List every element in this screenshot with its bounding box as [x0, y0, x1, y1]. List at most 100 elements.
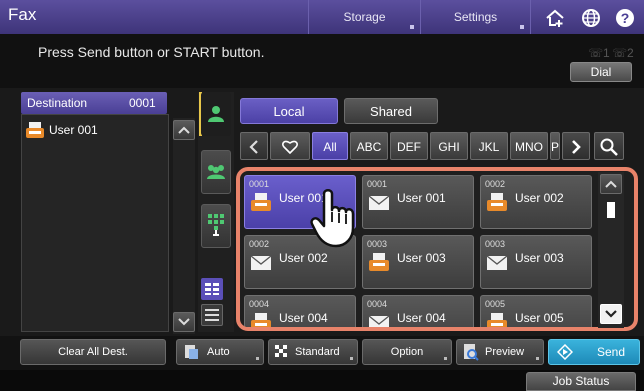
chevron-down-icon: [178, 318, 190, 326]
card-name: User 001: [397, 191, 446, 205]
tab-shared[interactable]: Shared: [344, 98, 438, 124]
destination-header: Destination 0001: [21, 92, 167, 114]
address-card[interactable]: 0003 User 003: [362, 235, 474, 289]
send-button[interactable]: Send: [548, 339, 640, 365]
index-next-button[interactable]: [562, 132, 590, 160]
grid-scroll-thumb[interactable]: [607, 202, 615, 218]
job-status-button[interactable]: Job Status: [526, 372, 636, 391]
index-pqrs[interactable]: P: [550, 132, 560, 160]
app-title: Fax: [8, 5, 37, 24]
preview-label: Preview: [485, 346, 525, 358]
index-abc[interactable]: ABC: [350, 132, 388, 160]
mail-icon: [486, 255, 508, 270]
address-card[interactable]: 0001 User 001: [362, 175, 474, 229]
address-card[interactable]: 0002 User 002: [480, 175, 592, 229]
tile-view-button[interactable]: [201, 278, 223, 300]
fax-icon: [487, 313, 507, 327]
globe-icon[interactable]: [580, 7, 602, 29]
tab-settings[interactable]: Settings: [420, 0, 530, 34]
status-message: Press Send button or START button.: [38, 44, 265, 60]
chevron-up-icon: [178, 126, 190, 134]
destination-item-label: User 001: [49, 123, 98, 137]
preview-button[interactable]: Preview: [456, 339, 544, 365]
quality-standard-label: Standard: [295, 346, 340, 358]
list-view-icon: [205, 309, 219, 321]
grid-view-icon: [205, 283, 219, 295]
card-name: User 002: [515, 191, 564, 205]
tab-local[interactable]: Local: [240, 98, 338, 124]
message-area: [0, 34, 644, 88]
index-prev-button[interactable]: [240, 132, 268, 160]
index-mno[interactable]: MNO: [510, 132, 548, 160]
index-ghi[interactable]: GHI: [430, 132, 468, 160]
search-button[interactable]: [594, 132, 624, 160]
destination-scroll-down[interactable]: [173, 312, 195, 332]
search-icon: [600, 138, 618, 156]
chevron-left-icon: [249, 140, 258, 154]
card-name: User 004: [279, 311, 328, 325]
pointer-hand-icon: [310, 189, 355, 248]
group-category[interactable]: [201, 150, 231, 194]
line-1-indicator: ☏1: [588, 46, 610, 60]
address-card[interactable]: 0003 User 003: [480, 235, 592, 289]
card-number: 0001: [367, 179, 388, 189]
card-number: 0003: [485, 239, 506, 249]
index-all[interactable]: All: [312, 132, 348, 160]
line-2-indicator: ☏2: [612, 46, 634, 60]
card-name: User 005: [515, 311, 564, 325]
dial-button[interactable]: Dial: [570, 62, 632, 82]
heart-icon: [282, 140, 298, 155]
destination-count: 0001: [129, 96, 156, 110]
fax-icon: [26, 122, 44, 138]
list-view-button[interactable]: [201, 304, 223, 326]
quality-standard-button[interactable]: Standard: [268, 339, 358, 365]
send-label: Send: [597, 345, 626, 359]
index-def[interactable]: DEF: [390, 132, 428, 160]
destination-list: User 001: [21, 114, 169, 332]
clear-all-destinations-button[interactable]: Clear All Dest.: [20, 339, 166, 365]
grid-scroll-up[interactable]: [600, 174, 622, 194]
favorites-tab[interactable]: [270, 132, 310, 160]
mail-icon: [250, 255, 272, 270]
card-number: 0003: [367, 239, 388, 249]
card-name: User 004: [397, 311, 446, 325]
person-icon: [208, 106, 224, 122]
chevron-right-icon: [572, 140, 581, 154]
index-jkl[interactable]: JKL: [470, 132, 508, 160]
mail-icon: [368, 315, 390, 327]
tab-storage[interactable]: Storage: [308, 0, 420, 34]
tab-settings-label: Settings: [453, 10, 498, 24]
address-card[interactable]: 0005 User 005: [480, 295, 592, 327]
address-card[interactable]: 0004 User 004: [244, 295, 356, 327]
fax-icon: [369, 253, 389, 271]
card-number: 0002: [485, 179, 506, 189]
mail-icon: [368, 195, 390, 210]
destination-label: Destination: [27, 96, 88, 110]
group-icon: [207, 165, 225, 179]
resolution-auto-button[interactable]: Auto: [176, 339, 264, 365]
help-icon[interactable]: ?: [614, 7, 636, 29]
address-card[interactable]: 0004 User 004: [362, 295, 474, 327]
card-number: 0004: [249, 299, 270, 309]
preview-icon: [464, 344, 479, 361]
document-scan-icon: [185, 345, 198, 359]
clear-all-destinations-label: Clear All Dest.: [58, 346, 128, 358]
address-grid-scrollbar[interactable]: [598, 172, 624, 328]
destination-item[interactable]: User 001: [25, 121, 98, 139]
chevron-down-icon: [605, 310, 617, 318]
option-label: Option: [390, 346, 424, 358]
grid-scroll-down[interactable]: [600, 304, 622, 324]
destination-scroll-up[interactable]: [173, 120, 195, 140]
card-name: User 002: [279, 251, 328, 265]
single-contact-category[interactable]: [201, 92, 231, 136]
chevron-up-icon: [605, 180, 617, 188]
direct-input-category[interactable]: [201, 204, 231, 248]
keypad-icon: [208, 214, 224, 236]
option-button[interactable]: Option: [362, 339, 452, 365]
card-name: User 003: [397, 251, 446, 265]
card-number: 0001: [249, 179, 270, 189]
home-plus-icon[interactable]: [544, 7, 566, 29]
card-name: User 003: [515, 251, 564, 265]
tab-storage-label: Storage: [343, 10, 386, 24]
destination-scrollbar[interactable]: [173, 118, 195, 334]
